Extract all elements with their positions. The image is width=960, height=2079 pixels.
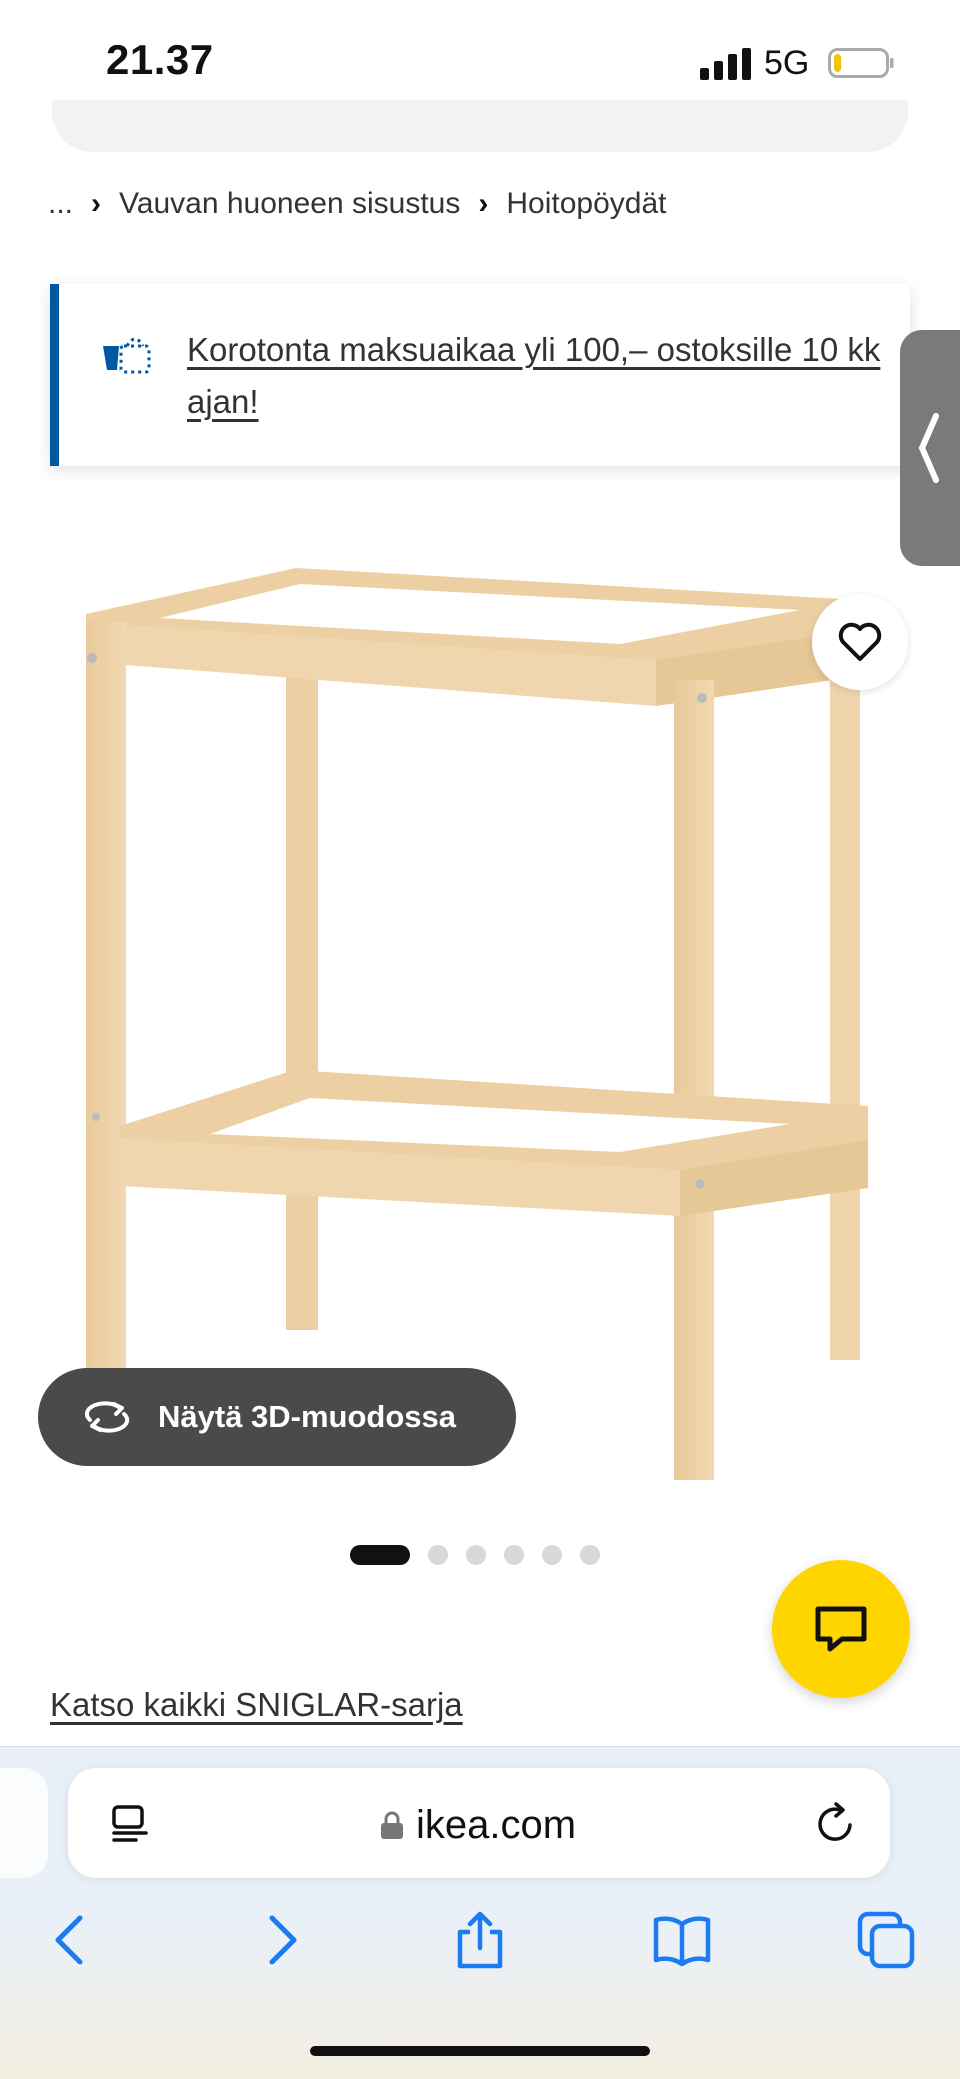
heart-icon [838,622,882,661]
breadcrumb-item-changing-tables[interactable]: Hoitopöydät [506,187,666,221]
carousel-dot[interactable] [428,1545,448,1565]
bookmarks-icon[interactable] [652,1910,712,1970]
carousel-dot[interactable] [542,1545,562,1565]
forward-icon[interactable] [250,1910,310,1970]
battery-icon [828,48,894,78]
chevron-right-icon: › [91,187,102,220]
view-3d-button[interactable]: Näytä 3D-muodossa [38,1368,516,1466]
url-display[interactable]: ikea.com [380,1800,576,1850]
chevron-left-icon [918,413,939,483]
chevron-right-icon: › [478,187,489,220]
home-indicator [310,2046,650,2056]
reader-icon[interactable] [110,1804,150,1844]
tabs-icon[interactable] [856,1910,916,1970]
network-type: 5G [764,44,810,82]
breadcrumb: ... › Vauvan huoneen sisustus › Hoitopöy… [48,182,666,226]
favorite-button[interactable] [812,594,908,690]
chat-bubble-icon [815,1606,867,1652]
previous-tab-preview[interactable] [0,1768,48,1878]
rotate-3d-icon [84,1401,130,1433]
side-panel-handle[interactable] [900,330,960,566]
payment-promo-banner: Korotonta maksuaikaa yli 100,– ostoksill… [50,284,910,466]
lock-icon [381,1811,403,1839]
url-text: ikea.com [416,1802,577,1847]
series-link[interactable]: Katso kaikki SNIGLAR-sarja [50,1686,463,1724]
search-bar-edge [52,100,908,152]
status-time: 21.37 [106,36,214,83]
breadcrumb-ellipsis[interactable]: ... [48,187,73,221]
carousel-dot[interactable] [504,1545,524,1565]
breadcrumb-item-baby-room[interactable]: Vauvan huoneen sisustus [119,187,460,221]
product-image-changing-table[interactable] [60,540,880,1500]
cellular-signal-icon [700,48,751,80]
carousel-dot-active[interactable] [350,1545,410,1565]
share-icon[interactable] [450,1910,510,1970]
chat-button[interactable] [772,1560,910,1698]
view-3d-label: Näytä 3D-muodossa [158,1399,457,1434]
image-carousel-dots[interactable] [350,1544,600,1566]
carousel-dot[interactable] [580,1545,600,1565]
back-icon[interactable] [42,1910,102,1970]
reload-icon[interactable] [812,1800,858,1846]
carousel-dot[interactable] [466,1545,486,1565]
payment-promo-link[interactable]: Korotonta maksuaikaa yli 100,– ostoksill… [187,324,897,428]
shopping-bag-icon [103,337,151,374]
